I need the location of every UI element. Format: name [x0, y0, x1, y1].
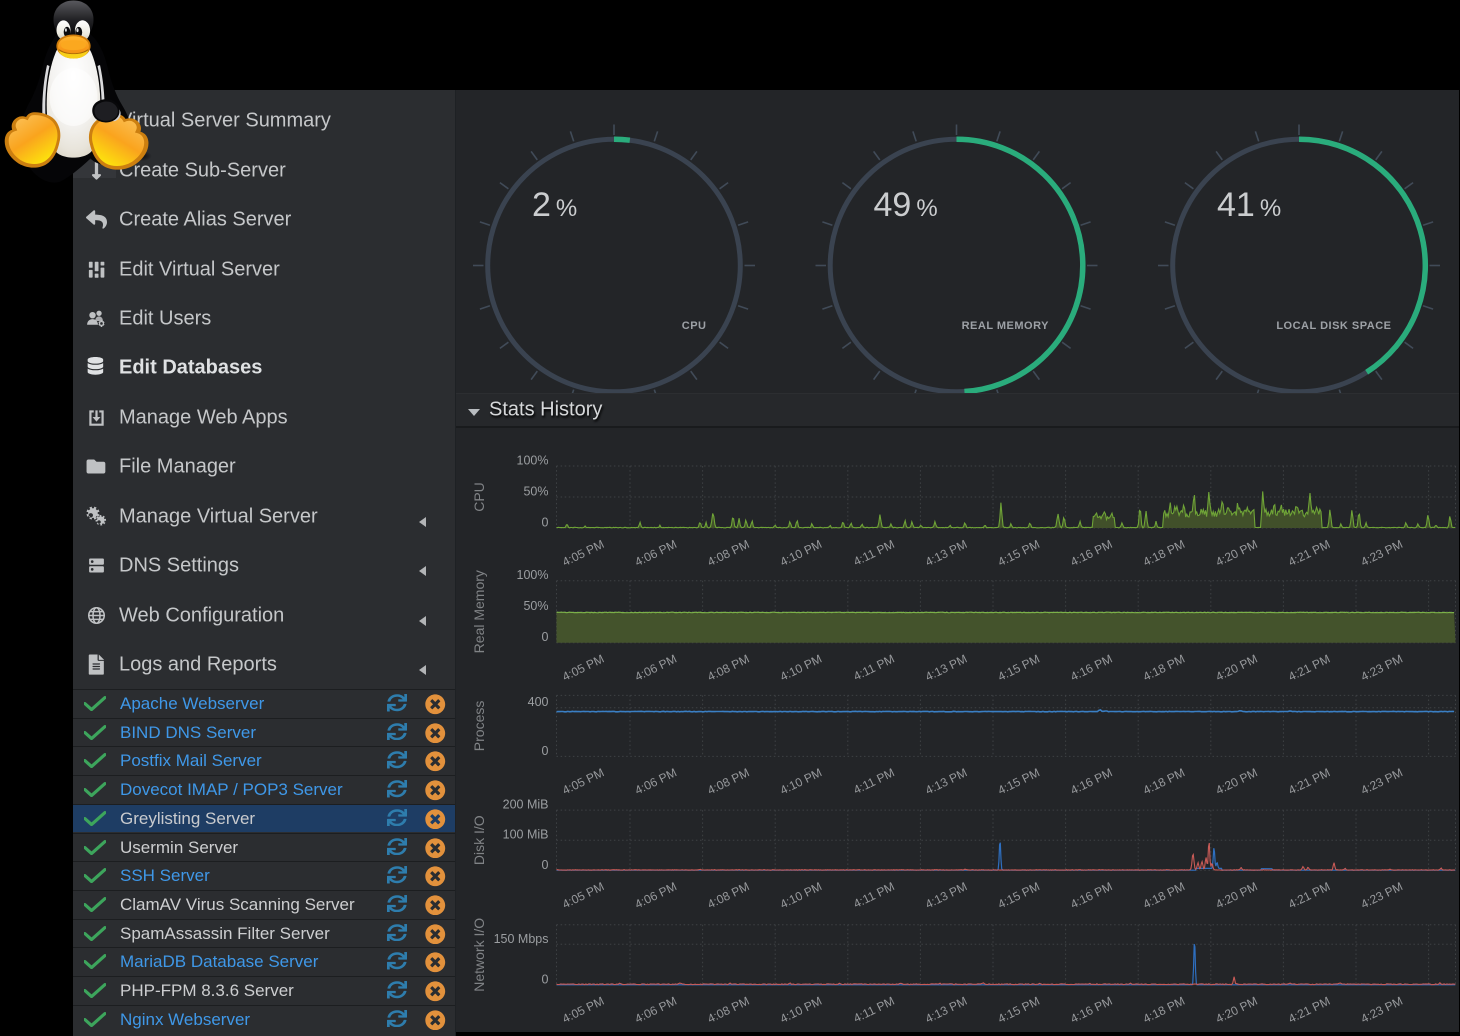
svg-text:4:16 PM: 4:16 PM	[1068, 765, 1114, 797]
svg-text:4:18 PM: 4:18 PM	[1141, 537, 1187, 569]
svg-text:0: 0	[542, 516, 549, 530]
svg-text:4:08 PM: 4:08 PM	[705, 652, 751, 684]
svg-text:4:15 PM: 4:15 PM	[996, 652, 1042, 684]
svg-text:4:08 PM: 4:08 PM	[705, 879, 751, 911]
svg-text:4:08 PM: 4:08 PM	[705, 537, 751, 569]
svg-text:4:11 PM: 4:11 PM	[851, 765, 897, 797]
svg-text:4:11 PM: 4:11 PM	[851, 879, 897, 911]
svg-text:4:11 PM: 4:11 PM	[851, 652, 897, 684]
svg-text:4:21 PM: 4:21 PM	[1286, 537, 1332, 569]
svg-text:4:10 PM: 4:10 PM	[778, 537, 824, 569]
svg-text:4:18 PM: 4:18 PM	[1141, 765, 1187, 797]
svg-text:4:18 PM: 4:18 PM	[1141, 994, 1187, 1026]
svg-text:4:11 PM: 4:11 PM	[851, 994, 897, 1026]
svg-text:4:15 PM: 4:15 PM	[996, 765, 1042, 797]
svg-text:4:10 PM: 4:10 PM	[778, 652, 824, 684]
svg-text:4:20 PM: 4:20 PM	[1213, 652, 1259, 684]
svg-text:Network I/O: Network I/O	[471, 918, 487, 992]
svg-text:4:16 PM: 4:16 PM	[1068, 994, 1114, 1026]
svg-text:4:16 PM: 4:16 PM	[1068, 879, 1114, 911]
svg-text:4:15 PM: 4:15 PM	[996, 994, 1042, 1026]
svg-text:4:05 PM: 4:05 PM	[560, 765, 606, 797]
svg-text:4:18 PM: 4:18 PM	[1141, 652, 1187, 684]
svg-text:100%: 100%	[517, 454, 549, 468]
svg-text:Disk I/O: Disk I/O	[471, 815, 487, 865]
svg-text:100%: 100%	[517, 568, 549, 582]
svg-text:4:23 PM: 4:23 PM	[1359, 879, 1405, 911]
svg-text:200 MiB: 200 MiB	[503, 798, 549, 812]
svg-text:4:10 PM: 4:10 PM	[778, 765, 824, 797]
svg-text:4:08 PM: 4:08 PM	[705, 765, 751, 797]
svg-text:0: 0	[542, 858, 549, 872]
svg-text:150 Mbps: 150 Mbps	[494, 932, 549, 946]
svg-text:4:13 PM: 4:13 PM	[923, 994, 969, 1026]
svg-text:CPU: CPU	[471, 482, 487, 512]
svg-text:4:05 PM: 4:05 PM	[560, 879, 606, 911]
svg-text:4:16 PM: 4:16 PM	[1068, 537, 1114, 569]
svg-text:4:13 PM: 4:13 PM	[923, 537, 969, 569]
svg-text:4:06 PM: 4:06 PM	[633, 765, 679, 797]
svg-text:4:10 PM: 4:10 PM	[778, 994, 824, 1026]
svg-text:Process: Process	[471, 701, 487, 752]
svg-text:400: 400	[528, 695, 549, 709]
svg-text:4:20 PM: 4:20 PM	[1213, 994, 1259, 1026]
svg-text:4:21 PM: 4:21 PM	[1286, 879, 1332, 911]
svg-text:50%: 50%	[523, 485, 548, 499]
svg-text:0: 0	[542, 630, 549, 644]
svg-text:4:20 PM: 4:20 PM	[1213, 537, 1259, 569]
svg-text:0: 0	[542, 972, 549, 986]
svg-text:4:21 PM: 4:21 PM	[1286, 652, 1332, 684]
svg-text:4:15 PM: 4:15 PM	[996, 879, 1042, 911]
svg-text:100 MiB: 100 MiB	[503, 828, 549, 842]
svg-text:4:05 PM: 4:05 PM	[560, 652, 606, 684]
svg-text:Real Memory: Real Memory	[471, 570, 487, 653]
svg-text:4:23 PM: 4:23 PM	[1359, 765, 1405, 797]
svg-text:4:23 PM: 4:23 PM	[1359, 537, 1405, 569]
svg-text:4:13 PM: 4:13 PM	[923, 652, 969, 684]
svg-text:4:16 PM: 4:16 PM	[1068, 652, 1114, 684]
svg-text:4:06 PM: 4:06 PM	[633, 652, 679, 684]
svg-text:4:20 PM: 4:20 PM	[1213, 765, 1259, 797]
svg-text:4:11 PM: 4:11 PM	[851, 537, 897, 569]
svg-text:4:23 PM: 4:23 PM	[1359, 994, 1405, 1026]
svg-text:4:06 PM: 4:06 PM	[633, 994, 679, 1026]
svg-text:4:08 PM: 4:08 PM	[705, 994, 751, 1026]
svg-text:4:23 PM: 4:23 PM	[1359, 652, 1405, 684]
svg-text:4:18 PM: 4:18 PM	[1141, 879, 1187, 911]
svg-text:0: 0	[542, 744, 549, 758]
svg-text:4:15 PM: 4:15 PM	[996, 537, 1042, 569]
svg-text:4:05 PM: 4:05 PM	[560, 537, 606, 569]
svg-text:4:10 PM: 4:10 PM	[778, 879, 824, 911]
svg-text:4:06 PM: 4:06 PM	[633, 537, 679, 569]
svg-text:4:20 PM: 4:20 PM	[1213, 879, 1259, 911]
svg-text:50%: 50%	[523, 599, 548, 613]
svg-text:4:21 PM: 4:21 PM	[1286, 765, 1332, 797]
svg-text:4:13 PM: 4:13 PM	[923, 765, 969, 797]
svg-text:4:05 PM: 4:05 PM	[560, 994, 606, 1026]
svg-text:4:13 PM: 4:13 PM	[923, 879, 969, 911]
svg-text:4:06 PM: 4:06 PM	[633, 879, 679, 911]
svg-text:4:21 PM: 4:21 PM	[1286, 994, 1332, 1026]
